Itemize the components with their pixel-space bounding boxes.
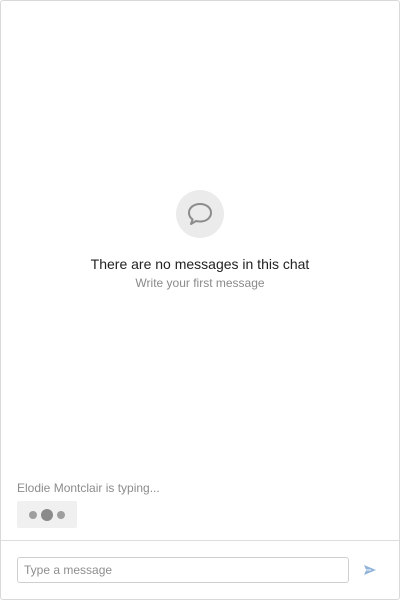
message-composer: [1, 540, 399, 599]
message-input[interactable]: [17, 557, 349, 583]
messages-area: There are no messages in this chat Write…: [1, 1, 399, 540]
send-button[interactable]: [357, 558, 383, 582]
send-icon: [364, 565, 376, 575]
typing-indicator-text: Elodie Montclair is typing...: [17, 481, 160, 495]
chat-window: There are no messages in this chat Write…: [0, 0, 400, 600]
empty-state-subtitle: Write your first message: [135, 276, 265, 290]
typing-dot: [41, 508, 53, 521]
typing-indicator: Elodie Montclair is typing...: [17, 481, 160, 528]
typing-dot: [57, 510, 65, 519]
empty-state: There are no messages in this chat Write…: [1, 190, 399, 291]
empty-state-icon-circle: [176, 190, 224, 238]
typing-dots-bubble: [17, 501, 77, 528]
typing-dot: [29, 510, 37, 519]
chat-bubble-icon: [188, 203, 212, 225]
empty-state-title: There are no messages in this chat: [90, 256, 310, 272]
